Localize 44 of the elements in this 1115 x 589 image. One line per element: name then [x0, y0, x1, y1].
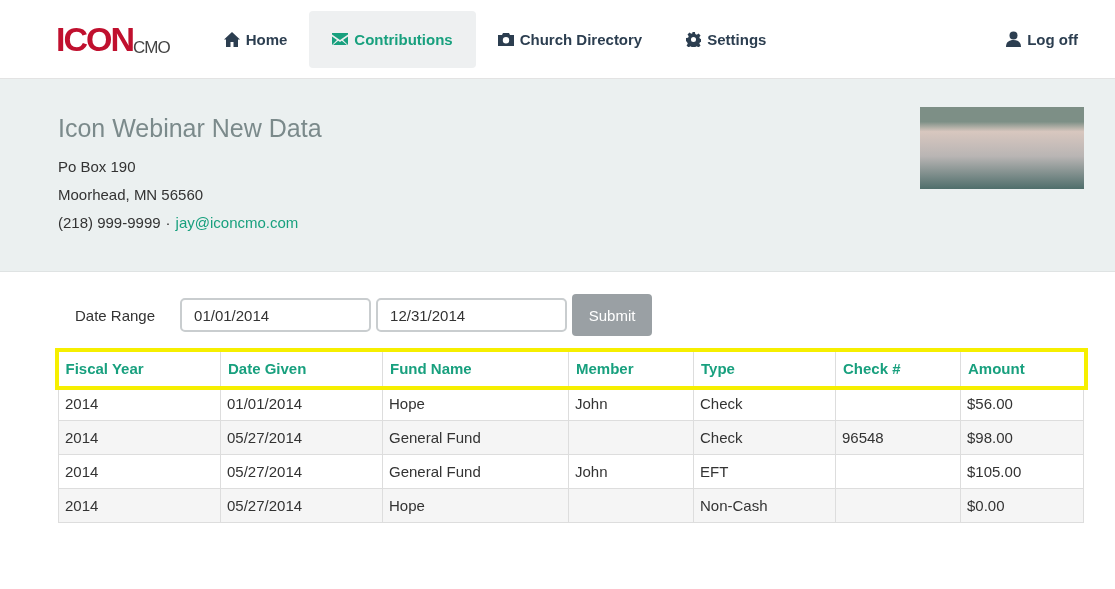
user-icon [1006, 31, 1022, 47]
column-header[interactable]: Date Given [220, 352, 383, 386]
table-cell: 05/27/2014 [220, 420, 383, 454]
table-cell: Non-Cash [693, 488, 836, 522]
column-header[interactable]: Type [693, 352, 836, 386]
camera-icon [497, 32, 514, 46]
table-cell: 2014 [58, 488, 221, 522]
table-cell: 05/27/2014 [220, 454, 383, 488]
end-date-field[interactable]: 12/31/2014 [376, 298, 568, 332]
email-link[interactable]: jay@iconcmo.com [175, 209, 299, 237]
table-cell: $0.00 [960, 488, 1084, 522]
column-header[interactable]: Check # [835, 352, 961, 386]
table-cell: $105.00 [960, 454, 1084, 488]
table-cell: 2014 [58, 454, 221, 488]
table-cell: EFT [693, 454, 836, 488]
separator-dot: · [165, 213, 171, 233]
table-cell: Hope [382, 488, 569, 522]
nav-tab[interactable]: Home [201, 10, 310, 68]
nav-tab[interactable]: Church Directory [475, 10, 665, 68]
address-line: Po Box 190 [58, 157, 137, 177]
table-cell: Check [693, 420, 836, 454]
table-cell: $98.00 [960, 420, 1084, 454]
start-date-field[interactable]: 01/01/2014 [180, 298, 372, 332]
organization-name: Icon Webinar New Data [58, 114, 322, 143]
envelope-icon [332, 33, 349, 45]
column-header[interactable]: Member [568, 352, 694, 386]
logoff-link[interactable]: Log off [1006, 10, 1078, 68]
table-cell: General Fund [382, 420, 569, 454]
logo[interactable]: ICONCMO [56, 22, 170, 56]
nav-tab[interactable]: Settings [664, 10, 789, 68]
column-header[interactable]: Fund Name [382, 352, 569, 386]
nav-tab[interactable]: Contributions [309, 10, 476, 68]
table-cell: 96548 [835, 420, 961, 454]
date-range-label: Date Range [75, 306, 156, 324]
table-cell: 2014 [58, 420, 221, 454]
home-icon [223, 31, 240, 47]
column-header[interactable]: Amount [960, 352, 1084, 386]
settings-icon [686, 31, 702, 47]
table-cell: General Fund [382, 454, 569, 488]
city-line: Moorhead, MN 56560 [58, 185, 205, 205]
phone-number: (218) 999-9999 [58, 213, 161, 233]
table-cell: 05/27/2014 [220, 488, 383, 522]
table-cell: John [568, 454, 694, 488]
column-header[interactable]: Fiscal Year [58, 352, 221, 386]
